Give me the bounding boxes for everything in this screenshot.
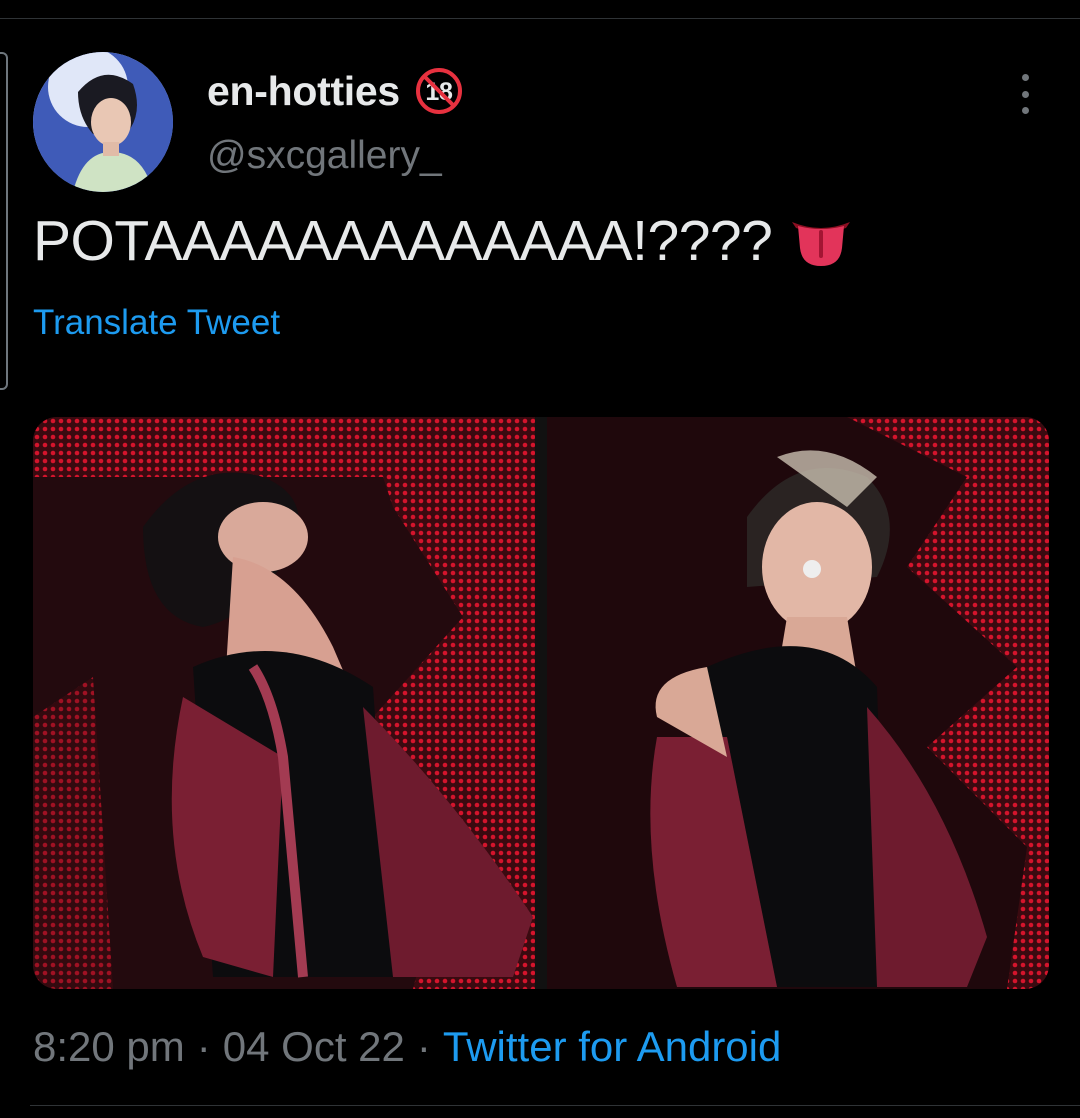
meta-separator: · — [416, 1023, 431, 1070]
user-handle[interactable]: @sxcgallery_ — [207, 134, 442, 178]
display-name[interactable]: en-hotties — [207, 68, 400, 115]
tweet-time[interactable]: 8:20 pm — [33, 1023, 185, 1071]
tweet-text-row: POTAAAAAAAAAAAAA!???? — [33, 208, 852, 274]
display-name-row[interactable]: en-hotties 18 — [207, 66, 464, 116]
tweet-meta: 8:20 pm · 04 Oct 22 · Twitter for Androi… — [33, 1023, 781, 1071]
tongue-emoji-icon — [790, 214, 852, 268]
more-dot — [1021, 74, 1029, 81]
translate-tweet-link[interactable]: Translate Tweet — [33, 303, 280, 343]
more-dot — [1021, 107, 1029, 114]
concert-photo-left — [33, 417, 535, 989]
media-photo-2[interactable] — [547, 417, 1049, 989]
scrollbar[interactable] — [0, 52, 8, 390]
bottom-divider — [30, 1105, 1080, 1106]
avatar-photo — [33, 52, 173, 192]
avatar[interactable] — [33, 52, 173, 192]
tweet-text: POTAAAAAAAAAAAAA!???? — [33, 209, 773, 273]
tweet-date[interactable]: 04 Oct 22 — [223, 1023, 405, 1071]
tweet-source-link[interactable]: Twitter for Android — [443, 1023, 781, 1071]
top-divider — [0, 18, 1080, 19]
more-dot — [1021, 90, 1029, 98]
media-grid[interactable] — [33, 417, 1049, 989]
more-options-icon[interactable] — [1010, 74, 1040, 114]
adult-content-18-icon: 18 — [414, 66, 464, 116]
meta-separator: · — [196, 1023, 211, 1070]
concert-photo-right — [547, 417, 1049, 989]
media-photo-1[interactable] — [33, 417, 535, 989]
